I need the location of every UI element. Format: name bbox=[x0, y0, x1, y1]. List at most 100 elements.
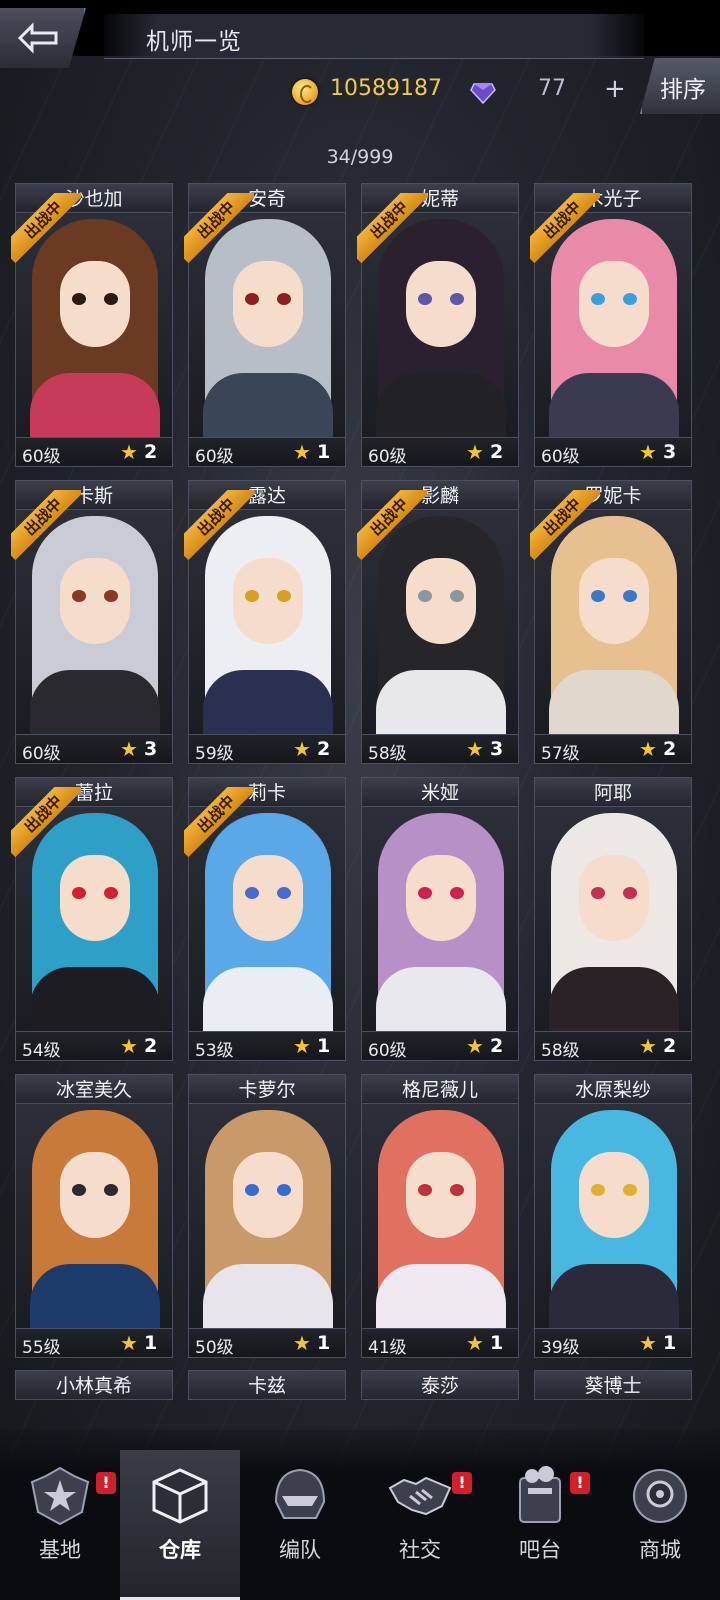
pilot-stats: 60级 ★ 2 bbox=[361, 1031, 519, 1061]
star-icon: ★ bbox=[293, 440, 311, 464]
pilot-name: 阿耶 bbox=[534, 777, 692, 807]
deployed-badge-label: 出战中 bbox=[357, 193, 427, 263]
pilot-level: 54级 bbox=[22, 1041, 61, 1061]
pilot-stars: 1 bbox=[663, 1332, 677, 1354]
pilot-portrait bbox=[534, 1104, 692, 1328]
pilot-stats: 58级 ★ 3 bbox=[361, 734, 519, 764]
pilot-level: 60级 bbox=[195, 447, 234, 467]
tab-warehouse[interactable]: 仓库 bbox=[120, 1450, 240, 1600]
pilot-card[interactable]: 沙也加 60级 ★ 2 出战中 bbox=[11, 183, 173, 467]
star-icon: ★ bbox=[293, 737, 311, 761]
star-icon: ★ bbox=[639, 737, 657, 761]
deployed-badge-label: 出战中 bbox=[11, 787, 81, 857]
star-icon: ★ bbox=[639, 1034, 657, 1058]
back-arrow-icon bbox=[17, 22, 58, 54]
deployed-badge: 出战中 bbox=[184, 787, 254, 857]
pilot-stats: 60级 ★ 1 bbox=[188, 437, 346, 467]
pilot-card[interactable]: 妮蒂 60级 ★ 2 出战中 bbox=[357, 183, 519, 467]
pilot-stats: 60级 ★ 3 bbox=[534, 437, 692, 467]
star-icon: ★ bbox=[293, 1331, 311, 1355]
pilot-stats: 57级 ★ 2 bbox=[534, 734, 692, 764]
deployed-badge: 出战中 bbox=[11, 490, 81, 560]
pilot-card[interactable]: 卡斯 60级 ★ 3 出战中 bbox=[11, 480, 173, 764]
pilot-stars: 1 bbox=[490, 1332, 504, 1354]
tab-label: 社交 bbox=[399, 1538, 441, 1562]
pilot-card[interactable]: 卡萝尔 50级 ★ 1 bbox=[188, 1074, 346, 1358]
coin-icon bbox=[292, 79, 318, 105]
pilot-card[interactable]: 莉卡 53级 ★ 1 出战中 bbox=[184, 777, 346, 1061]
pilot-card[interactable]: 木光子 60级 ★ 3 出战中 bbox=[530, 183, 692, 467]
pilot-portrait bbox=[361, 807, 519, 1031]
pilot-card[interactable]: 安奇 60级 ★ 1 出战中 bbox=[184, 183, 346, 467]
pilot-card[interactable]: 罗妮卡 57级 ★ 2 出战中 bbox=[530, 480, 692, 764]
tab-shop[interactable]: 商城 bbox=[600, 1450, 720, 1600]
pilot-stats: 50级 ★ 1 bbox=[188, 1328, 346, 1358]
deployed-badge: 出战中 bbox=[357, 490, 427, 560]
bar-counter-icon bbox=[519, 1466, 561, 1523]
warehouse-cube-icon bbox=[152, 1468, 208, 1524]
pilot-card[interactable]: 影麟 58级 ★ 3 出战中 bbox=[357, 480, 519, 764]
deployed-badge: 出战中 bbox=[530, 193, 600, 263]
pilot-name: 格尼薇儿 bbox=[361, 1074, 519, 1104]
deployed-badge: 出战中 bbox=[11, 193, 81, 263]
pilot-stats: 53级 ★ 1 bbox=[188, 1031, 346, 1061]
star-icon: ★ bbox=[293, 1034, 311, 1058]
deployed-badge-label: 出战中 bbox=[184, 787, 254, 857]
pilot-stars: 3 bbox=[144, 738, 158, 760]
pilot-stats: 41级 ★ 1 bbox=[361, 1328, 519, 1358]
pilot-stats: 39级 ★ 1 bbox=[534, 1328, 692, 1358]
add-gems-button[interactable]: + bbox=[604, 74, 626, 104]
pilot-stars: 1 bbox=[317, 1035, 331, 1057]
deployed-badge: 出战中 bbox=[184, 193, 254, 263]
sort-label[interactable]: 排序 bbox=[660, 70, 706, 104]
pilot-stats: 60级 ★ 3 bbox=[15, 734, 173, 764]
shop-robot-icon bbox=[633, 1469, 687, 1523]
pilot-portrait bbox=[188, 1104, 346, 1328]
star-icon: ★ bbox=[120, 1034, 138, 1058]
pilot-stars: 3 bbox=[663, 441, 677, 463]
pilot-stars: 2 bbox=[663, 738, 677, 760]
pilot-card[interactable]: 水原梨纱 39级 ★ 1 bbox=[534, 1074, 692, 1358]
pilot-card[interactable]: 蕾拉 54级 ★ 2 出战中 bbox=[11, 777, 173, 1061]
page-title: 机师一览 bbox=[146, 29, 242, 55]
pilot-name: 水原梨纱 bbox=[534, 1074, 692, 1104]
pilot-level: 59级 bbox=[195, 744, 234, 764]
star-icon: ★ bbox=[120, 440, 138, 464]
pilot-card[interactable]: 米娅 60级 ★ 2 bbox=[361, 777, 519, 1061]
pilot-name-partial[interactable]: 小林真希 bbox=[15, 1370, 173, 1400]
pilot-portrait bbox=[361, 1104, 519, 1328]
alert-badge: ! bbox=[96, 1472, 116, 1494]
pilot-card[interactable]: 冰室美久 55级 ★ 1 bbox=[15, 1074, 173, 1358]
pilot-card[interactable]: 格尼薇儿 41级 ★ 1 bbox=[361, 1074, 519, 1358]
tab-formation[interactable]: 编队 bbox=[240, 1450, 360, 1600]
pilot-stats: 60级 ★ 2 bbox=[15, 437, 173, 467]
deployed-badge: 出战中 bbox=[11, 787, 81, 857]
pilot-stats: 59级 ★ 2 bbox=[188, 734, 346, 764]
pilot-count: 34/999 bbox=[326, 146, 394, 168]
pilot-level: 60级 bbox=[368, 447, 407, 467]
pilot-stars: 2 bbox=[663, 1035, 677, 1057]
pilot-name-partial[interactable]: 葵博士 bbox=[534, 1370, 692, 1400]
pilot-level: 55级 bbox=[22, 1338, 61, 1358]
tab-label: 基地 bbox=[39, 1538, 81, 1562]
handshake-icon bbox=[388, 1476, 452, 1516]
pilot-level: 39级 bbox=[541, 1338, 580, 1358]
deployed-badge: 出战中 bbox=[184, 490, 254, 560]
deployed-badge: 出战中 bbox=[357, 193, 427, 263]
deployed-badge-label: 出战中 bbox=[184, 490, 254, 560]
pilot-level: 60级 bbox=[22, 744, 61, 764]
coin-balance: 10589187 bbox=[330, 76, 442, 101]
pilot-name-partial[interactable]: 卡兹 bbox=[188, 1370, 346, 1400]
pilot-card[interactable]: 阿耶 58级 ★ 2 bbox=[534, 777, 692, 1061]
pilot-stars: 2 bbox=[317, 738, 331, 760]
pilot-stars: 2 bbox=[490, 1035, 504, 1057]
pilot-stars: 2 bbox=[144, 1035, 158, 1057]
pilot-name: 卡萝尔 bbox=[188, 1074, 346, 1104]
pilot-level: 41级 bbox=[368, 1338, 407, 1358]
gem-icon bbox=[470, 83, 496, 104]
pilot-name-partial[interactable]: 泰莎 bbox=[361, 1370, 519, 1400]
pilot-level: 60级 bbox=[368, 1041, 407, 1061]
star-icon: ★ bbox=[639, 1331, 657, 1355]
deployed-badge-label: 出战中 bbox=[530, 490, 600, 560]
pilot-card[interactable]: 露达 59级 ★ 2 出战中 bbox=[184, 480, 346, 764]
